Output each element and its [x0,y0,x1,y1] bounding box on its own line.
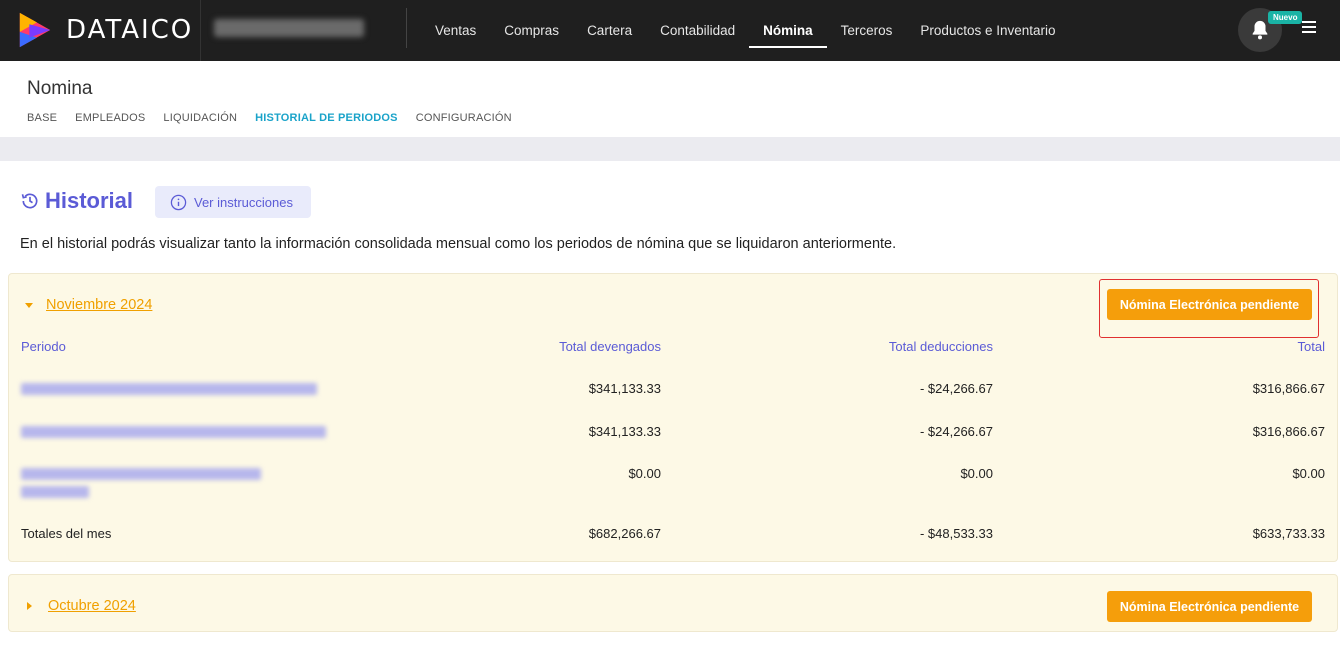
row-deducciones: $0.00 [960,466,993,481]
period-link-redacted[interactable] [21,426,326,438]
historial-description: En el historial podrás visualizar tanto … [20,236,897,252]
company-name-redacted[interactable] [214,19,364,37]
totals-devengados: $682,266.67 [588,526,661,541]
totals-deducciones: - $48,533.33 [919,526,993,541]
nav-terceros[interactable]: Terceros [827,0,907,61]
nomina-electronica-pendiente-button[interactable]: Nómina Electrónica pendiente [1107,591,1312,622]
nav-cartera[interactable]: Cartera [573,0,646,61]
tab-liquidacion[interactable]: LIQUIDACIÓN [163,112,237,124]
row-total: $0.00 [1292,466,1325,481]
tab-configuracion[interactable]: CONFIGURACIÓN [416,112,512,124]
period-link-redacted[interactable] [21,486,89,498]
totals-label: Totales del mes [21,526,112,541]
info-icon [170,194,187,210]
nomina-electronica-pendiente-button[interactable]: Nómina Electrónica pendiente [1107,289,1312,320]
month-label: Octubre 2024 [48,598,136,614]
logo[interactable]: DATAICO [16,10,196,50]
history-icon [21,193,38,209]
historial-header: Historial [20,188,133,214]
month-panel-octubre: Octubre 2024 Nómina Electrónica pendient… [8,574,1338,632]
dataico-logo-icon [19,12,51,48]
historial-title: Historial [45,188,134,213]
nav-productos-inventario[interactable]: Productos e Inventario [906,0,1069,61]
row-total: $316,866.67 [1252,381,1325,396]
month-toggle-noviembre[interactable]: Noviembre 2024 [25,297,152,313]
row-devengados: $341,133.33 [588,424,661,439]
main-nav: Ventas Compras Cartera Contabilidad Nómi… [421,0,1070,61]
period-link-redacted[interactable] [21,383,317,395]
ver-instrucciones-label: Ver instrucciones [194,194,293,210]
row-deducciones: - $24,266.67 [919,381,993,396]
sub-nav: BASE EMPLEADOS LIQUIDACIÓN HISTORIAL DE … [27,112,530,124]
hamburger-menu-icon[interactable] [1302,21,1316,35]
row-devengados: $0.00 [628,466,661,481]
section-separator [0,137,1340,161]
col-header-periodo: Periodo [21,339,66,354]
row-deducciones: - $24,266.67 [919,424,993,439]
top-navbar: DATAICO Ventas Compras Cartera Contabili… [0,0,1340,61]
row-total: $316,866.67 [1252,424,1325,439]
caret-right-icon [27,602,32,610]
month-panel-noviembre: Noviembre 2024 Nómina Electrónica pendie… [8,273,1338,562]
divider [200,0,201,61]
divider [406,8,407,48]
tab-empleados[interactable]: EMPLEADOS [75,112,145,124]
nav-nomina[interactable]: Nómina [749,0,827,61]
tab-base[interactable]: BASE [27,112,57,124]
new-badge: Nuevo [1268,11,1303,24]
nav-ventas[interactable]: Ventas [421,0,490,61]
col-header-devengados: Total devengados [559,339,661,354]
caret-down-icon [25,302,33,308]
col-header-deducciones: Total deducciones [888,339,993,354]
tab-historial-periodos[interactable]: HISTORIAL DE PERIODOS [255,112,398,124]
totals-total: $633,733.33 [1252,526,1325,541]
period-link-redacted[interactable] [21,468,261,480]
nav-compras[interactable]: Compras [490,0,573,61]
logo-text: DATAICO [66,15,194,45]
ver-instrucciones-button[interactable]: Ver instrucciones [155,186,311,218]
col-header-total: Total [1297,339,1325,354]
month-toggle-octubre[interactable]: Octubre 2024 [25,598,136,614]
row-devengados: $341,133.33 [588,381,661,396]
page-title: Nomina [27,78,93,99]
nav-contabilidad[interactable]: Contabilidad [646,0,749,61]
month-label: Noviembre 2024 [46,297,153,313]
